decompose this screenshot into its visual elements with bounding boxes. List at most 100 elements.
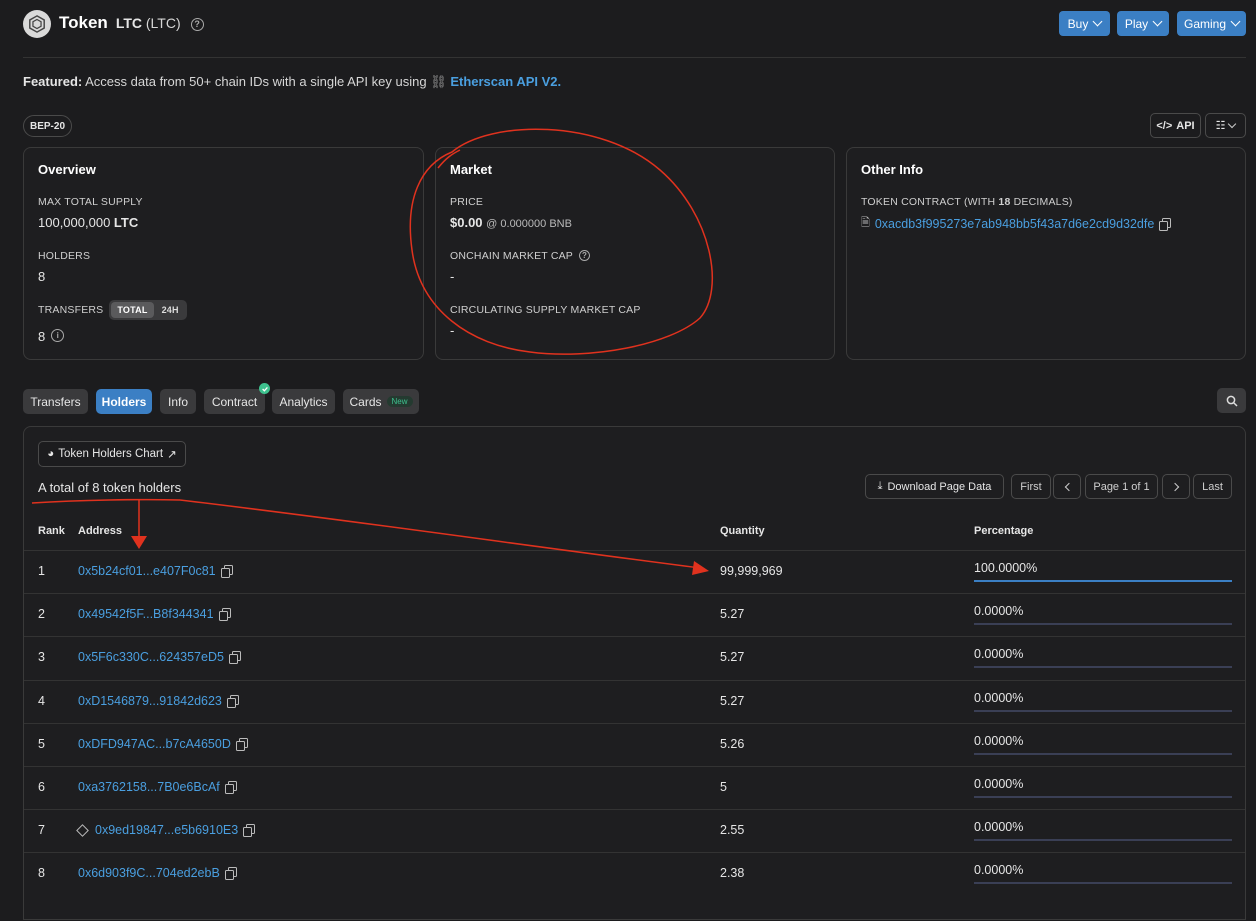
contract-address-link[interactable]: 0xacdb3f995273e7ab948bb5f43a7d6e2cd9d32d…: [875, 217, 1154, 231]
row-separator: [24, 722, 1245, 724]
holder-quantity: 5: [720, 780, 727, 794]
copy-icon[interactable]: [226, 694, 239, 708]
pager-next-button[interactable]: [1162, 474, 1190, 499]
buy-button[interactable]: Buy: [1059, 11, 1110, 36]
holder-rank: 7: [38, 823, 45, 838]
tab-info[interactable]: Info: [160, 389, 196, 414]
onchain-cap-label: ONCHAIN MARKET CAP: [450, 250, 574, 262]
holder-percentage-bar: [974, 752, 1232, 755]
row-separator: [24, 550, 1245, 551]
chevron-down-icon: [1230, 16, 1241, 27]
play-button-label: Play: [1124, 16, 1149, 31]
token-name: Token: [59, 13, 108, 32]
pager-first-button[interactable]: First: [1011, 474, 1051, 499]
holder-address-link[interactable]: 0xD1546879...91842d623: [78, 694, 222, 708]
holder-percentage-bar: [974, 839, 1232, 842]
help-icon[interactable]: ?: [190, 17, 204, 31]
tab-analytics[interactable]: Analytics: [272, 389, 335, 414]
holder-quantity: 5.27: [720, 650, 745, 665]
tab-holders[interactable]: Holders: [96, 389, 152, 414]
etherscan-api-link[interactable]: Etherscan API V2.: [450, 74, 561, 89]
featured-banner: Featured: Access data from 50+ chain IDs…: [23, 74, 561, 90]
holder-address-link[interactable]: 0x49542f5F...B8f344341: [78, 607, 214, 621]
holder-address-cell: 0xDFD947AC...b7cA4650D: [78, 737, 248, 751]
token-holders-chart-button[interactable]: ◕ Token Holders Chart ↗: [38, 441, 186, 467]
verified-check-icon: [259, 383, 270, 394]
row-separator: [24, 679, 1245, 681]
copy-icon[interactable]: [224, 867, 237, 881]
search-button[interactable]: [1217, 388, 1246, 413]
copy-icon[interactable]: [218, 608, 231, 622]
holder-address-link[interactable]: 0x9ed19847...e5b6910E3: [95, 823, 238, 837]
price-value: $0.00: [450, 215, 483, 230]
external-link-icon: ↗: [167, 449, 177, 461]
api-button[interactable]: </> API: [1150, 113, 1201, 138]
column-header-rank: Rank: [38, 525, 65, 537]
holder-quantity: 99,999,969: [720, 564, 783, 578]
max-supply-symbol: LTC: [113, 215, 139, 230]
list-icon: ☷: [1215, 120, 1226, 132]
copy-icon[interactable]: [228, 651, 241, 665]
download-page-data-button[interactable]: ⤓ Download Page Data: [865, 474, 1004, 499]
search-icon: [1226, 395, 1238, 407]
copy-icon[interactable]: [243, 824, 256, 838]
max-supply-value: 100,000,000 LTC: [38, 215, 138, 230]
transfers-24h-toggle[interactable]: 24H: [156, 302, 185, 318]
copy-icon[interactable]: [220, 565, 233, 578]
transfers-label: TRANSFERS: [38, 304, 104, 316]
holder-address-cell: 0x5b24cf01...e407F0c81: [78, 564, 233, 578]
tab-cards[interactable]: Cards New: [343, 389, 419, 414]
holder-rank: 8: [38, 866, 45, 881]
holder-rank: 4: [38, 693, 45, 708]
holder-address-cell: 0x49542f5F...B8f344341: [78, 607, 231, 622]
holder-rank: 6: [38, 780, 45, 794]
holder-address-link[interactable]: 0x5b24cf01...e407F0c81: [78, 564, 216, 578]
help-icon[interactable]: ?: [579, 249, 591, 261]
tab-contract[interactable]: Contract: [204, 389, 265, 414]
holder-address-cell: 0x6d903f9C...704ed2ebB: [78, 866, 237, 881]
document-icon: 🗎: [861, 217, 870, 229]
holder-quantity: 2.38: [720, 866, 745, 881]
holders-panel: [23, 426, 1246, 920]
transfers-value: 8: [38, 329, 46, 344]
pager-last-button[interactable]: Last: [1193, 474, 1232, 499]
transfers-toggle[interactable]: TOTAL 24H: [109, 300, 187, 320]
row-separator: [24, 852, 1245, 854]
holder-rank: 1: [38, 564, 45, 578]
copy-icon[interactable]: [235, 737, 248, 751]
holder-address-link[interactable]: 0x6d903f9C...704ed2ebB: [78, 866, 220, 880]
chevron-down-icon: [1152, 16, 1163, 27]
row-separator: [24, 593, 1245, 595]
holder-address-link[interactable]: 0xa3762158...7B0e6BcAf: [78, 780, 220, 794]
chevron-down-icon: [1228, 119, 1237, 128]
view-options-button[interactable]: ☷: [1205, 113, 1246, 138]
gaming-button-label: Gaming: [1183, 16, 1227, 31]
holder-address-cell: 0xD1546879...91842d623: [78, 694, 239, 708]
price-value-row: $0.00 @ 0.000000 BNB: [450, 215, 572, 230]
new-badge: New: [386, 396, 413, 407]
gaming-button[interactable]: Gaming: [1177, 11, 1246, 36]
tab-transfers[interactable]: Transfers: [23, 389, 88, 414]
play-button[interactable]: Play: [1117, 11, 1169, 36]
row-separator: [24, 636, 1245, 638]
token-holders-chart-label: Token Holders Chart: [58, 448, 164, 460]
contract-decimals: 18: [998, 196, 1011, 208]
holder-percentage-bar: [974, 580, 1232, 582]
holder-address-link[interactable]: 0x5F6c330C...624357eD5: [78, 650, 224, 664]
price-label: PRICE: [450, 196, 484, 208]
copy-icon[interactable]: [224, 781, 237, 794]
copy-icon[interactable]: [1159, 217, 1172, 231]
holder-rank: 3: [38, 650, 45, 665]
header-divider: [23, 57, 1246, 58]
transfers-total-toggle[interactable]: TOTAL: [111, 302, 154, 318]
overview-title: Overview: [38, 162, 96, 177]
holder-address-link[interactable]: 0xDFD947AC...b7cA4650D: [78, 737, 231, 751]
circ-cap-label: CIRCULATING SUPPLY MARKET CAP: [450, 304, 641, 316]
info-icon[interactable]: i: [51, 329, 65, 342]
holder-percentage: 0.0000%: [974, 777, 1024, 791]
buy-button-label: Buy: [1067, 16, 1089, 31]
chevron-down-icon: [1092, 16, 1103, 27]
overview-card: Overview MAX TOTAL SUPPLY 100,000,000 LT…: [23, 147, 424, 360]
pager-prev-button[interactable]: [1053, 474, 1081, 499]
token-standard-badge: BEP-20: [23, 115, 72, 137]
